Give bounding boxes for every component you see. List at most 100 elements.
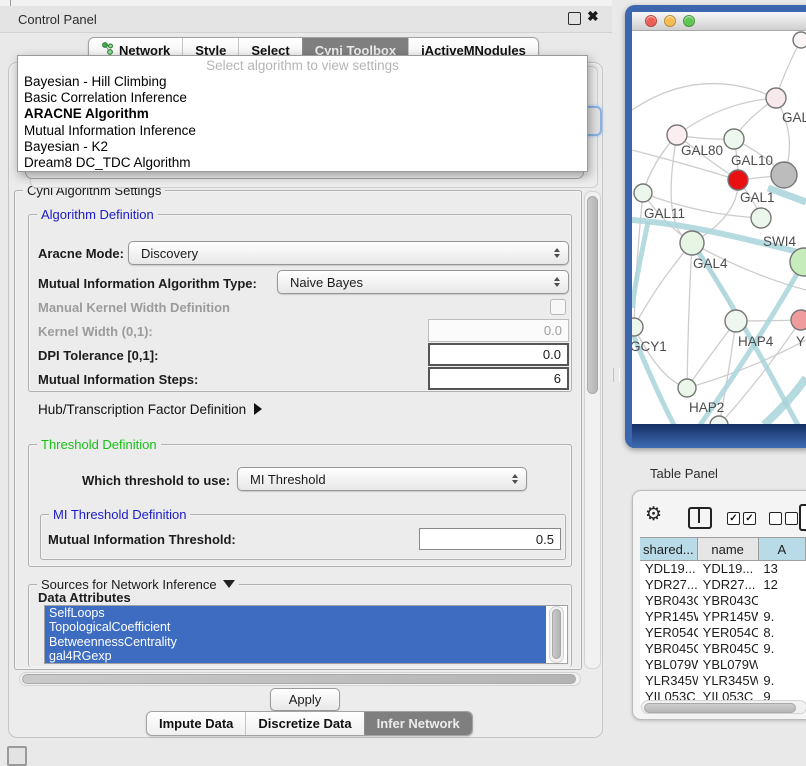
- table-row[interactable]: YER054CYER054C8.: [640, 625, 806, 641]
- algorithm-option[interactable]: Basic Correlation Inference: [18, 90, 587, 106]
- table-hscrollbar-thumb[interactable]: [644, 703, 796, 713]
- algorithm-option[interactable]: Bayesian - K2: [18, 139, 587, 155]
- tab-discretize-data[interactable]: Discretize Data: [245, 712, 363, 735]
- hub-definition-label[interactable]: Hub/Transcription Factor Definition: [38, 402, 262, 417]
- network-edge[interactable]: [677, 98, 776, 135]
- mi-steps-field[interactable]: 6: [428, 367, 569, 390]
- manual-kernel-checkbox[interactable]: [550, 299, 566, 315]
- deselect-all-icon[interactable]: [769, 512, 782, 525]
- table-cell: YDR27...: [698, 577, 759, 593]
- table-row[interactable]: YBL079WYBL079W: [640, 657, 806, 673]
- network-edge[interactable]: [687, 321, 736, 388]
- network-node-y[interactable]: [791, 310, 806, 330]
- algorithm-dropdown[interactable]: Select algorithm to view settings Bayesi…: [17, 55, 588, 172]
- attribute-list-item[interactable]: gal4RGexp: [45, 649, 546, 663]
- table-row[interactable]: YDR27...YDR27...12: [640, 577, 806, 593]
- collapse-down-icon[interactable]: [223, 580, 235, 588]
- attribute-list-item[interactable]: BetweennessCentrality: [45, 635, 546, 649]
- network-canvas[interactable]: GAL7GAL80GAL10GAL1GAL11SWI4GAL4GCY1HAP4Y…: [632, 31, 806, 424]
- network-window-titlebar[interactable]: [632, 12, 806, 31]
- attributes-vscrollbar-thumb[interactable]: [552, 609, 561, 659]
- table-hscrollbar[interactable]: [641, 700, 806, 714]
- table-row[interactable]: YLR345WYLR345W9.: [640, 673, 806, 689]
- network-node-gal11[interactable]: [634, 184, 652, 202]
- table-row[interactable]: YDL19...YDL19...13: [640, 561, 806, 577]
- tab-impute-data[interactable]: Impute Data: [147, 712, 245, 735]
- table-row[interactable]: YBR043CYBR043C: [640, 593, 806, 609]
- dpi-tolerance-label: DPI Tolerance [0,1]:: [38, 348, 158, 363]
- settings-vscrollbar[interactable]: [584, 191, 601, 669]
- settings-hscrollbar-thumb[interactable]: [22, 674, 576, 684]
- select-all-icon[interactable]: ✓: [727, 512, 740, 525]
- network-edge[interactable]: [632, 84, 776, 110]
- network-node-swi4[interactable]: [751, 208, 771, 228]
- gear-icon[interactable]: ⚙: [645, 503, 662, 526]
- float-panel-icon[interactable]: [568, 12, 581, 25]
- node-table[interactable]: shared...nameAYDL19...YDL19...13YDR27...…: [640, 537, 806, 705]
- algorithm-option[interactable]: ARACNE Algorithm: [18, 106, 587, 122]
- minimize-traffic-light-icon[interactable]: [664, 15, 676, 27]
- table-cell: YER054C: [698, 625, 759, 641]
- network-node-gcy1[interactable]: [632, 318, 643, 336]
- network-node-label: GAL4: [693, 256, 728, 271]
- table-row[interactable]: YBR045CYBR045C9.: [640, 641, 806, 657]
- network-edge[interactable]: [687, 243, 692, 388]
- table-cell: YBL079W: [698, 657, 759, 673]
- table-row[interactable]: YPR145WYPR145W9.: [640, 609, 806, 625]
- tab-infer-network[interactable]: Infer Network: [364, 712, 472, 735]
- network-edge-thick[interactable]: [764, 378, 806, 424]
- attribute-list-item[interactable]: SelfLoops: [45, 606, 546, 620]
- network-node-gal1[interactable]: [728, 170, 748, 190]
- settings-hscrollbar[interactable]: [19, 672, 581, 686]
- attributes-vscrollbar[interactable]: [549, 606, 564, 663]
- network-node[interactable]: [771, 162, 797, 188]
- data-attributes-list[interactable]: SelfLoopsTopologicalCoefficientBetweenne…: [44, 605, 568, 664]
- deselect-all-icon[interactable]: [785, 512, 798, 525]
- aracne-mode-label: Aracne Mode:: [38, 246, 124, 261]
- apply-button[interactable]: Apply: [270, 688, 340, 711]
- network-node-gal7[interactable]: [766, 88, 786, 108]
- network-node-hap4[interactable]: [725, 310, 747, 332]
- table-cell: YBR043C: [640, 593, 698, 609]
- zoom-traffic-light-icon[interactable]: [683, 15, 695, 27]
- network-node-hap2[interactable]: [678, 379, 696, 397]
- table-cell: 9.: [758, 673, 806, 689]
- mi-type-label: Mutual Information Algorithm Type:: [38, 276, 257, 291]
- close-panel-icon[interactable]: ✖: [587, 8, 599, 25]
- network-edge-thick[interactable]: [632, 222, 648, 308]
- aracne-mode-combo[interactable]: Discovery: [128, 241, 569, 265]
- dock-icon[interactable]: [7, 746, 27, 766]
- network-node-gal4[interactable]: [680, 231, 704, 255]
- expand-right-icon[interactable]: [254, 403, 262, 415]
- network-node[interactable]: [793, 32, 806, 48]
- algorithm-option[interactable]: Mutual Information Inference: [18, 123, 587, 139]
- dpi-tolerance-field[interactable]: 0.0: [428, 343, 569, 366]
- column-header-name[interactable]: name: [698, 538, 759, 560]
- network-node-label: SWI4: [763, 234, 796, 249]
- threshold-definition-title: Threshold Definition: [37, 437, 161, 452]
- mi-threshold-field[interactable]: 0.5: [419, 528, 561, 550]
- mi-type-combo[interactable]: Naive Bayes: [277, 270, 569, 294]
- kernel-width-field[interactable]: 0.0: [428, 319, 569, 342]
- which-threshold-combo[interactable]: MI Threshold: [237, 467, 527, 491]
- select-all-icon[interactable]: ✓: [743, 512, 756, 525]
- column-header-a[interactable]: A: [759, 538, 806, 560]
- attribute-list-item[interactable]: TopologicalCoefficient: [45, 620, 546, 634]
- columns-icon[interactable]: [688, 507, 712, 529]
- close-traffic-light-icon[interactable]: [645, 15, 657, 27]
- column-header-shared-[interactable]: shared...: [640, 538, 698, 560]
- tab-label: Impute Data: [159, 716, 233, 731]
- table-header-row: shared...nameA: [640, 537, 806, 561]
- network-node-gal80[interactable]: [667, 125, 687, 145]
- settings-vscrollbar-thumb[interactable]: [587, 196, 598, 394]
- network-node-gal10[interactable]: [724, 129, 744, 149]
- algorithm-option[interactable]: Bayesian - Hill Climbing: [18, 74, 587, 90]
- mi-threshold-group-title: MI Threshold Definition: [49, 507, 190, 522]
- splitter-handle[interactable]: [613, 368, 620, 382]
- stepper-icon: [554, 277, 560, 287]
- network-node-label: GAL80: [681, 143, 723, 158]
- tab-label: Discretize Data: [258, 716, 351, 731]
- network-node-label: GCY1: [632, 339, 667, 354]
- algorithm-option[interactable]: Dream8 DC_TDC Algorithm: [18, 155, 587, 171]
- new-table-icon[interactable]: [799, 504, 806, 531]
